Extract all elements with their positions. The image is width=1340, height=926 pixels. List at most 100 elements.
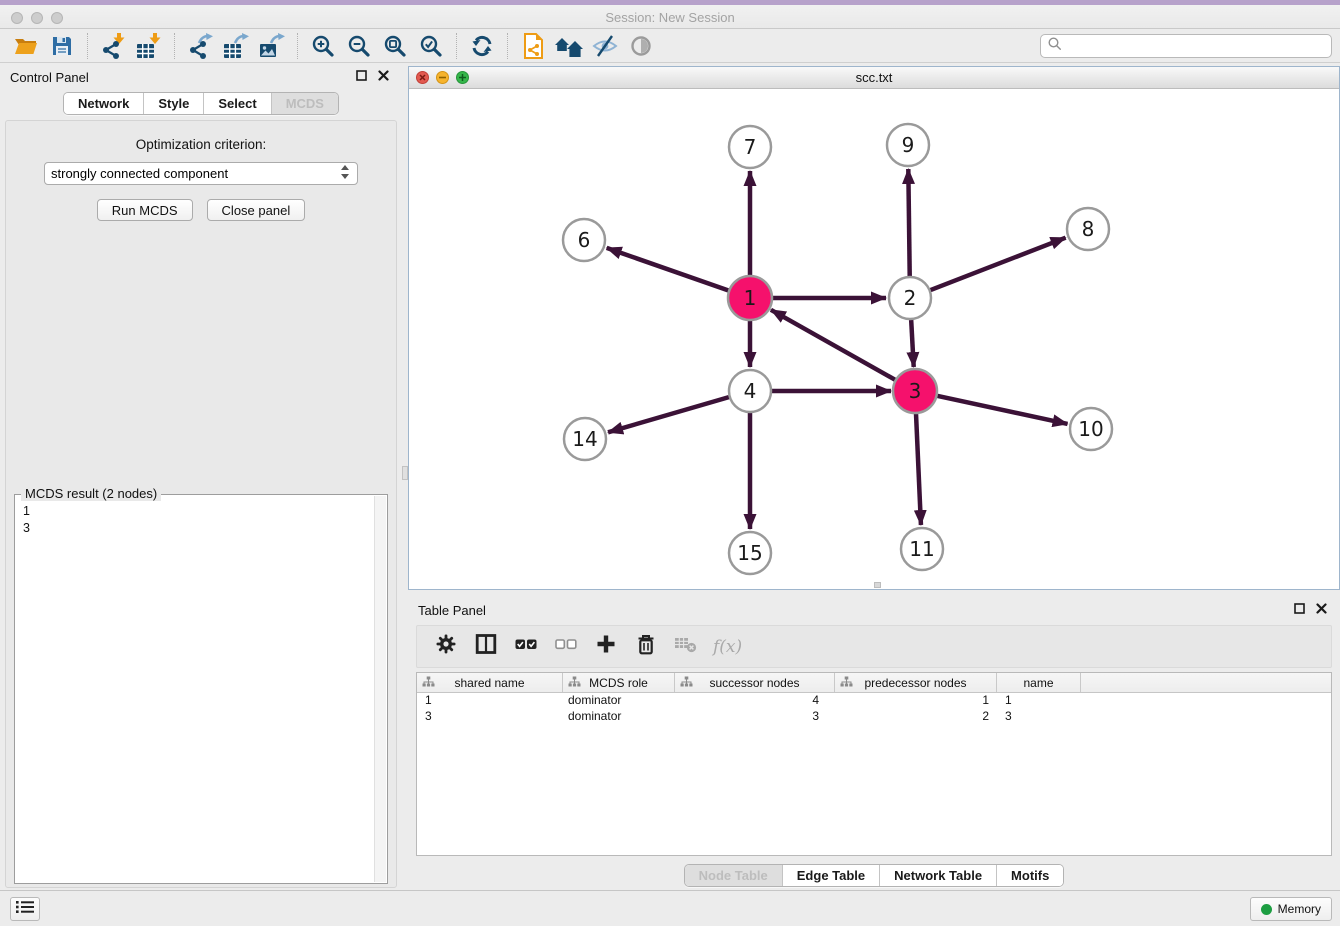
eye-icon [629, 34, 653, 58]
criterion-selected-value: strongly connected component [51, 166, 339, 181]
checked-boxes-icon [515, 632, 537, 661]
export-network-button[interactable] [182, 31, 218, 61]
delete-column-button[interactable] [633, 634, 658, 660]
deselect-all-button[interactable] [553, 634, 578, 660]
graph-node-label-10: 10 [1078, 417, 1103, 441]
tab-network-table[interactable]: Network Table [879, 865, 996, 886]
main-toolbar [0, 30, 1340, 63]
close-panel-action-button[interactable]: Close panel [207, 199, 306, 221]
open-folder-icon [13, 34, 39, 58]
zoom-out-icon [347, 34, 371, 58]
export-network-icon [187, 33, 213, 59]
network-view-window: scc.txt 7968124314101511 [408, 66, 1340, 590]
zoom-fit-icon [383, 34, 407, 58]
network-canvas[interactable]: 7968124314101511 [409, 90, 1339, 589]
close-table-panel-button[interactable] [1312, 601, 1330, 619]
float-table-panel-button[interactable] [1290, 601, 1308, 619]
criterion-dropdown[interactable]: strongly connected component [44, 162, 358, 185]
memory-button[interactable]: Memory [1250, 897, 1332, 921]
gear-icon [434, 632, 458, 661]
eye-slash-icon [592, 34, 618, 58]
tab-style[interactable]: Style [143, 93, 203, 114]
global-search-field[interactable] [1040, 34, 1332, 58]
graph-node-label-4: 4 [744, 379, 757, 403]
column-header-shared-name[interactable]: shared name [417, 673, 563, 692]
table-row[interactable]: 3 dominator 3 2 3 [417, 709, 1331, 725]
graph-node-label-9: 9 [902, 133, 915, 157]
import-table-button[interactable] [131, 31, 167, 61]
export-table-button[interactable] [218, 31, 254, 61]
unchecked-boxes-icon [555, 632, 577, 661]
graph-edge-3-1[interactable] [771, 310, 896, 380]
graph-edge-2-8[interactable] [931, 238, 1066, 290]
run-mcds-button[interactable]: Run MCDS [97, 199, 193, 221]
delete-table-button[interactable] [673, 634, 698, 660]
view-resize-grip[interactable] [874, 582, 881, 588]
graph-edge-4-14[interactable] [608, 397, 729, 432]
float-icon [1294, 601, 1305, 619]
close-panel-button[interactable] [374, 68, 392, 86]
column-header-successor-nodes[interactable]: successor nodes [675, 673, 835, 692]
hide-panel-button[interactable] [587, 31, 623, 61]
save-session-button[interactable] [44, 31, 80, 61]
create-column-button[interactable] [593, 634, 618, 660]
tab-motifs[interactable]: Motifs [996, 865, 1063, 886]
graph-node-label-3: 3 [909, 379, 922, 403]
toolbar-separator [87, 33, 88, 59]
graph-edge-3-10[interactable] [937, 396, 1068, 424]
graph-node-label-7: 7 [744, 135, 757, 159]
graph-edge-3-11[interactable] [916, 413, 921, 525]
toolbar-separator [297, 33, 298, 59]
table-panel-title: Table Panel [418, 603, 1286, 618]
tab-node-table[interactable]: Node Table [685, 865, 782, 886]
network-view-title: scc.txt [409, 70, 1339, 85]
task-history-button[interactable] [10, 897, 40, 921]
network-window-titlebar[interactable]: scc.txt [409, 67, 1339, 89]
export-image-button[interactable] [254, 31, 290, 61]
select-all-button[interactable] [513, 634, 538, 660]
show-columns-button[interactable] [473, 634, 498, 660]
control-panel-title: Control Panel [10, 70, 348, 85]
toolbar-separator [456, 33, 457, 59]
search-icon [1047, 36, 1063, 57]
table-settings-button[interactable] [433, 634, 458, 660]
zoom-in-icon [311, 34, 335, 58]
search-input[interactable] [1063, 37, 1331, 55]
show-view-button[interactable] [623, 31, 659, 61]
column-header-mcds-role[interactable]: MCDS role [563, 673, 675, 692]
control-panel-tabs: Network Style Select MCDS [0, 92, 402, 115]
graph-edge-2-3[interactable] [911, 320, 914, 367]
new-network-from-file-button[interactable] [515, 31, 551, 61]
zoom-fit-button[interactable] [377, 31, 413, 61]
result-scrollbar[interactable] [374, 496, 386, 882]
zoom-in-button[interactable] [305, 31, 341, 61]
refresh-view-button[interactable] [464, 31, 500, 61]
column-header-predecessor-nodes[interactable]: predecessor nodes [835, 673, 997, 692]
window-titlebar: Session: New Session [0, 0, 1340, 29]
tab-network[interactable]: Network [64, 93, 143, 114]
float-icon [356, 68, 367, 86]
graph-edge-1-6[interactable] [607, 248, 730, 291]
float-panel-button[interactable] [352, 68, 370, 86]
home-button[interactable] [551, 31, 587, 61]
graph-node-label-11: 11 [909, 537, 934, 561]
memory-status-icon [1261, 904, 1272, 915]
zoom-selected-button[interactable] [413, 31, 449, 61]
tab-select[interactable]: Select [203, 93, 270, 114]
graph-edge-2-9[interactable] [908, 169, 909, 276]
tab-edge-table[interactable]: Edge Table [782, 865, 879, 886]
tab-mcds[interactable]: MCDS [271, 93, 338, 114]
mcds-result-list[interactable]: 1 3 [23, 503, 373, 881]
mcds-result-group: MCDS result (2 nodes) 1 3 [14, 494, 388, 884]
open-session-button[interactable] [8, 31, 44, 61]
hierarchy-icon [840, 676, 853, 691]
delete-table-icon [674, 633, 698, 660]
table-row[interactable]: 1 dominator 4 1 1 [417, 693, 1331, 709]
function-builder-button[interactable]: f(x) [713, 634, 742, 660]
table-header-row: shared name MCDS role successor nodes pr… [417, 673, 1331, 693]
graph-node-label-1: 1 [744, 286, 757, 310]
zoom-out-button[interactable] [341, 31, 377, 61]
hierarchy-icon [422, 676, 435, 691]
import-network-button[interactable] [95, 31, 131, 61]
column-header-name[interactable]: name [997, 673, 1081, 692]
